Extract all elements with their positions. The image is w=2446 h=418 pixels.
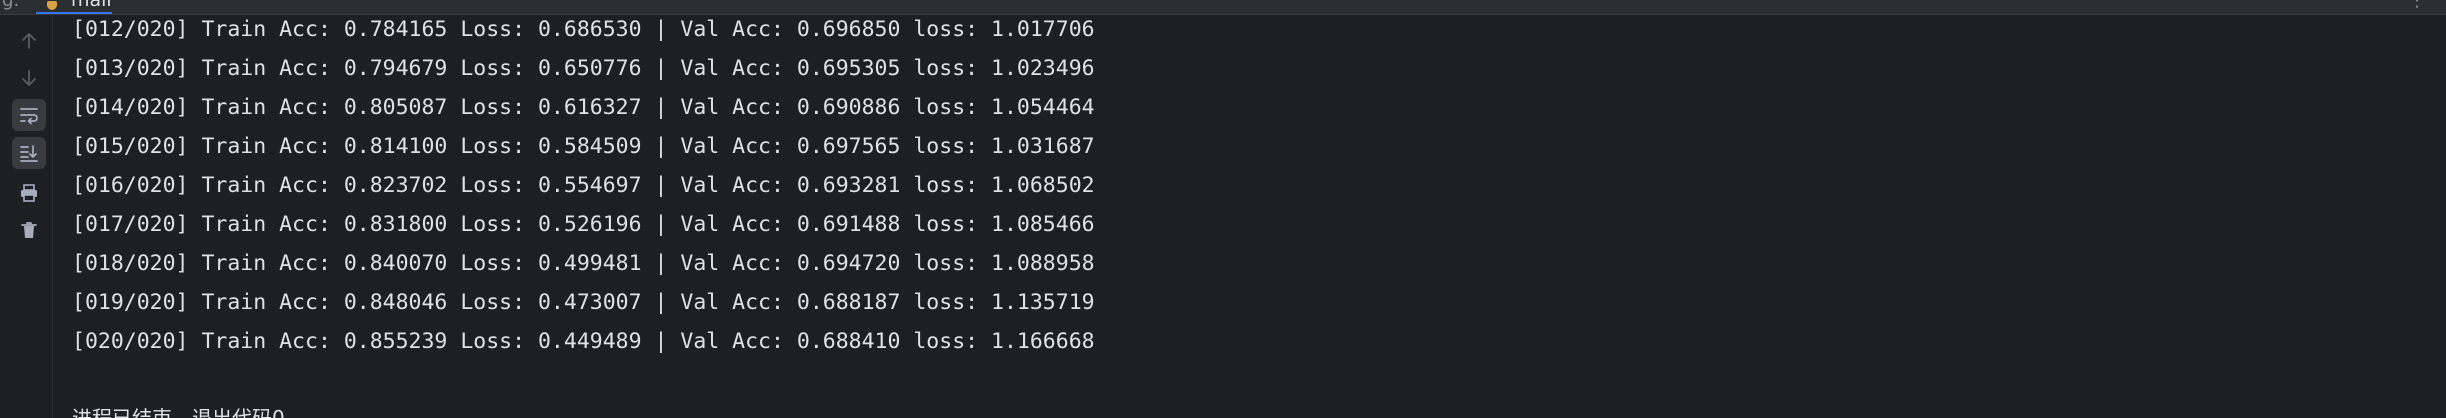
active-tab-indicator — [36, 12, 112, 14]
scroll-up-button[interactable] — [12, 25, 46, 57]
scroll-down-icon — [22, 70, 36, 86]
run-console-window: g: main ⋮ — [0, 0, 2446, 418]
more-options-icon[interactable]: ⋮ — [2408, 0, 2426, 11]
log-line: [016/020] Train Acc: 0.823702 Loss: 0.55… — [72, 173, 1095, 198]
tab-main[interactable]: main — [36, 0, 112, 14]
tab-bar-left-fragment: g: — [2, 0, 20, 11]
console-output[interactable]: [012/020] Train Acc: 0.784165 Loss: 0.68… — [53, 15, 2446, 418]
log-line: [018/020] Train Acc: 0.840070 Loss: 0.49… — [72, 251, 1095, 276]
scroll-to-end-button[interactable] — [12, 137, 46, 169]
scroll-to-end-icon — [20, 145, 38, 162]
scroll-up-icon — [22, 33, 36, 49]
print-icon — [21, 184, 37, 202]
print-button[interactable] — [12, 177, 46, 209]
clear-all-button[interactable] — [12, 214, 46, 246]
log-line: [013/020] Train Acc: 0.794679 Loss: 0.65… — [72, 56, 1095, 81]
process-exit-message: 进程已结束，退出代码0 — [72, 406, 285, 418]
log-line: [014/020] Train Acc: 0.805087 Loss: 0.61… — [72, 95, 1095, 120]
soft-wrap-icon — [20, 108, 38, 125]
scroll-down-button[interactable] — [12, 62, 46, 94]
tab-main-label: main — [71, 0, 112, 11]
log-line: [017/020] Train Acc: 0.831800 Loss: 0.52… — [72, 212, 1095, 237]
console-toolbar — [0, 15, 53, 418]
log-line: [020/020] Train Acc: 0.855239 Loss: 0.44… — [72, 329, 1095, 354]
run-tab-bar: g: main ⋮ — [0, 0, 2446, 15]
trash-icon — [21, 222, 37, 238]
soft-wrap-button[interactable] — [12, 99, 46, 131]
log-line: [015/020] Train Acc: 0.814100 Loss: 0.58… — [72, 134, 1095, 159]
log-line: [012/020] Train Acc: 0.784165 Loss: 0.68… — [72, 17, 1095, 42]
log-line: [019/020] Train Acc: 0.848046 Loss: 0.47… — [72, 290, 1095, 315]
python-run-icon — [47, 1, 57, 10]
